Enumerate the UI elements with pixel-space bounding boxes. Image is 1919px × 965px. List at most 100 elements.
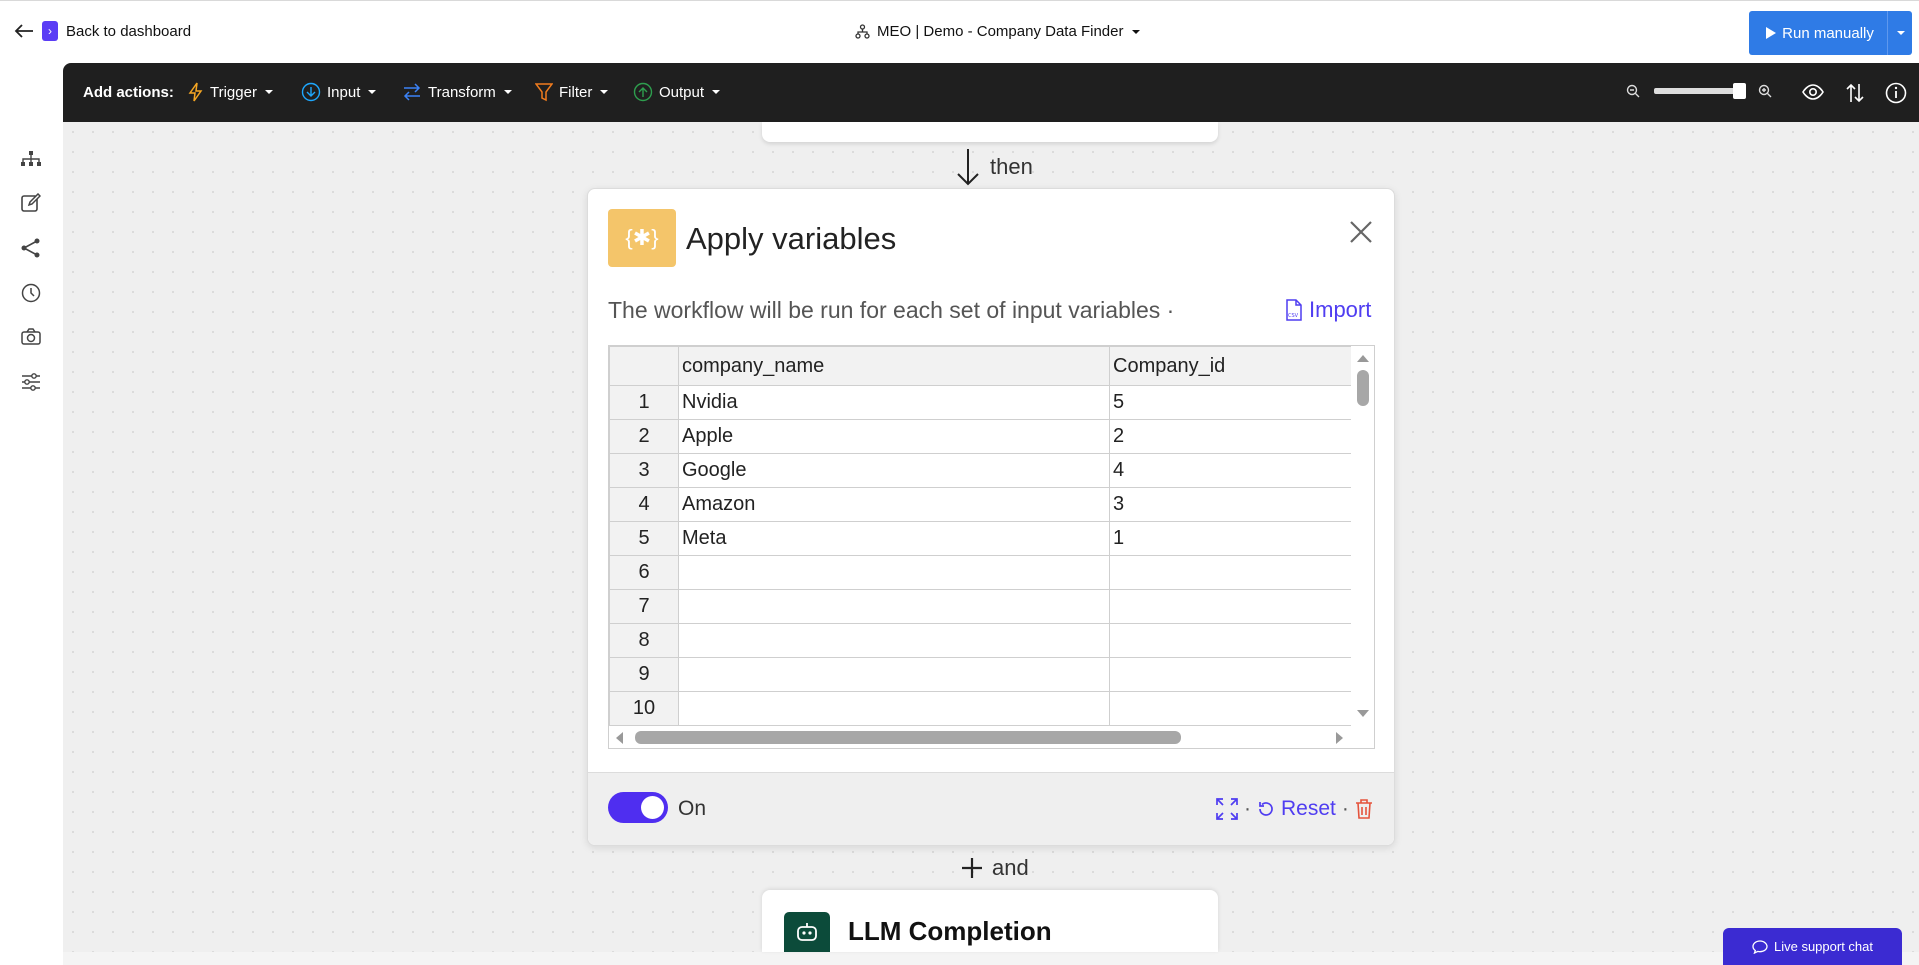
table-cell[interactable]	[1109, 623, 1357, 658]
table-header-row: company_name Company_id	[609, 346, 1357, 386]
table-cell[interactable]: Google	[678, 453, 1110, 488]
card-description: The workflow will be run for each set of…	[608, 297, 1175, 323]
plus-icon[interactable]	[960, 856, 984, 880]
row-number[interactable]: 2	[609, 419, 679, 454]
table-cell[interactable]	[678, 691, 1110, 726]
row-number[interactable]: 8	[609, 623, 679, 658]
table-cell[interactable]: Nvidia	[678, 385, 1110, 420]
workflow-title-dropdown[interactable]: MEO | Demo - Company Data Finder	[855, 23, 1141, 40]
horizontal-scrollbar[interactable]	[609, 726, 1351, 748]
row-number[interactable]: 3	[609, 453, 679, 488]
swap-arrows-icon	[403, 83, 421, 101]
trigger-menu[interactable]: Trigger	[188, 82, 273, 102]
row-number[interactable]: 9	[609, 657, 679, 692]
row-number[interactable]: 10	[609, 691, 679, 726]
enable-toggle[interactable]	[608, 792, 668, 823]
table-cell[interactable]	[678, 657, 1110, 692]
app-logo-icon: ›	[42, 21, 58, 41]
table-cell[interactable]: 4	[1109, 453, 1357, 488]
share-icon[interactable]	[19, 236, 43, 260]
row-number[interactable]: 1	[609, 385, 679, 420]
vertical-scroll-thumb[interactable]	[1357, 370, 1369, 406]
support-label: Live support chat	[1773, 939, 1873, 954]
row-number[interactable]: 5	[609, 521, 679, 556]
run-manually-main[interactable]: Run manually	[1749, 25, 1887, 42]
reset-button[interactable]: Reset	[1257, 797, 1336, 821]
chat-bubble-icon	[1752, 939, 1768, 954]
row-number[interactable]: 7	[609, 589, 679, 624]
table-cell[interactable]	[678, 623, 1110, 658]
run-manually-button[interactable]: Run manually	[1749, 11, 1912, 55]
scroll-up-arrow-icon[interactable]	[1357, 354, 1369, 362]
table-row: 3 Google 4	[609, 453, 1357, 488]
table-cell[interactable]	[1109, 589, 1357, 624]
table-cell[interactable]	[1109, 657, 1357, 692]
import-button[interactable]: CSV Import	[1284, 297, 1371, 323]
history-icon[interactable]	[19, 281, 43, 305]
chevron-down-icon	[1132, 29, 1141, 34]
sliders-icon[interactable]	[19, 370, 43, 394]
table-cell[interactable]: 3	[1109, 487, 1357, 522]
table-row: 9	[609, 657, 1357, 692]
row-number[interactable]: 6	[609, 555, 679, 590]
filter-menu[interactable]: Filter	[535, 82, 609, 102]
eye-icon[interactable]	[1802, 82, 1824, 102]
and-connector[interactable]: and	[960, 855, 1029, 881]
transform-menu[interactable]: Transform	[402, 82, 512, 102]
row-number[interactable]: 4	[609, 487, 679, 522]
table-cell[interactable]: 2	[1109, 419, 1357, 454]
expand-icon[interactable]	[1216, 798, 1238, 820]
run-options-dropdown[interactable]	[1887, 11, 1912, 55]
zoom-slider[interactable]	[1654, 83, 1746, 99]
input-menu[interactable]: Input	[301, 82, 377, 102]
table-cell[interactable]: 5	[1109, 385, 1357, 420]
zoom-out-icon[interactable]	[1626, 84, 1640, 98]
variables-icon: {✱}	[608, 209, 676, 267]
scroll-down-arrow-icon[interactable]	[1357, 710, 1369, 718]
previous-step-card[interactable]	[762, 122, 1218, 142]
canvas-scrollbar[interactable]	[63, 952, 1919, 965]
variables-spreadsheet[interactable]: company_name Company_id 1 Nvidia 5 2 Apple 2…	[608, 345, 1375, 749]
zoom-slider-thumb[interactable]	[1733, 83, 1746, 99]
toggle-knob	[641, 796, 664, 819]
table-cell[interactable]	[1109, 555, 1357, 590]
vertical-scrollbar[interactable]	[1351, 346, 1373, 726]
and-label: and	[992, 855, 1029, 880]
back-to-dashboard-link[interactable]: › Back to dashboard	[14, 21, 191, 41]
arrow-down-icon	[957, 149, 979, 186]
arrow-left-icon	[14, 24, 33, 38]
then-label: then	[990, 154, 1033, 179]
table-cell[interactable]	[678, 589, 1110, 624]
horizontal-scroll-thumb[interactable]	[635, 731, 1181, 744]
trash-icon[interactable]	[1355, 799, 1373, 819]
zoom-in-icon[interactable]	[1758, 84, 1772, 98]
table-cell[interactable]: 1	[1109, 521, 1357, 556]
table-cell[interactable]	[678, 555, 1110, 590]
hierarchy-icon[interactable]	[19, 147, 43, 171]
sort-arrows-icon[interactable]	[1845, 82, 1865, 104]
column-header[interactable]: company_name	[678, 346, 1110, 386]
info-icon[interactable]	[1885, 82, 1907, 104]
variables-table: company_name Company_id 1 Nvidia 5 2 Apple 2…	[609, 346, 1357, 726]
live-support-chat-button[interactable]: Live support chat	[1723, 928, 1902, 965]
table-cell[interactable]	[1109, 691, 1357, 726]
top-bar: › Back to dashboard MEO | Demo - Company…	[0, 0, 1919, 64]
camera-icon[interactable]	[19, 325, 43, 349]
table-cell[interactable]: Apple	[678, 419, 1110, 454]
llm-completion-card[interactable]: LLM Completion	[762, 890, 1218, 952]
table-row: 1 Nvidia 5	[609, 385, 1357, 420]
output-menu[interactable]: Output	[633, 82, 721, 102]
edit-icon[interactable]	[19, 191, 43, 215]
scroll-right-arrow-icon[interactable]	[1336, 732, 1344, 744]
table-cell[interactable]: Meta	[678, 521, 1110, 556]
table-cell[interactable]: Amazon	[678, 487, 1110, 522]
play-icon	[1766, 27, 1777, 39]
corner-cell[interactable]	[609, 346, 679, 386]
table-row: 7	[609, 589, 1357, 624]
chevron-down-icon	[712, 90, 721, 94]
column-header[interactable]: Company_id	[1109, 346, 1357, 386]
csv-file-icon: CSV	[1286, 299, 1302, 321]
scroll-left-arrow-icon[interactable]	[615, 732, 623, 744]
close-icon[interactable]	[1346, 217, 1376, 247]
table-row: 10	[609, 691, 1357, 726]
